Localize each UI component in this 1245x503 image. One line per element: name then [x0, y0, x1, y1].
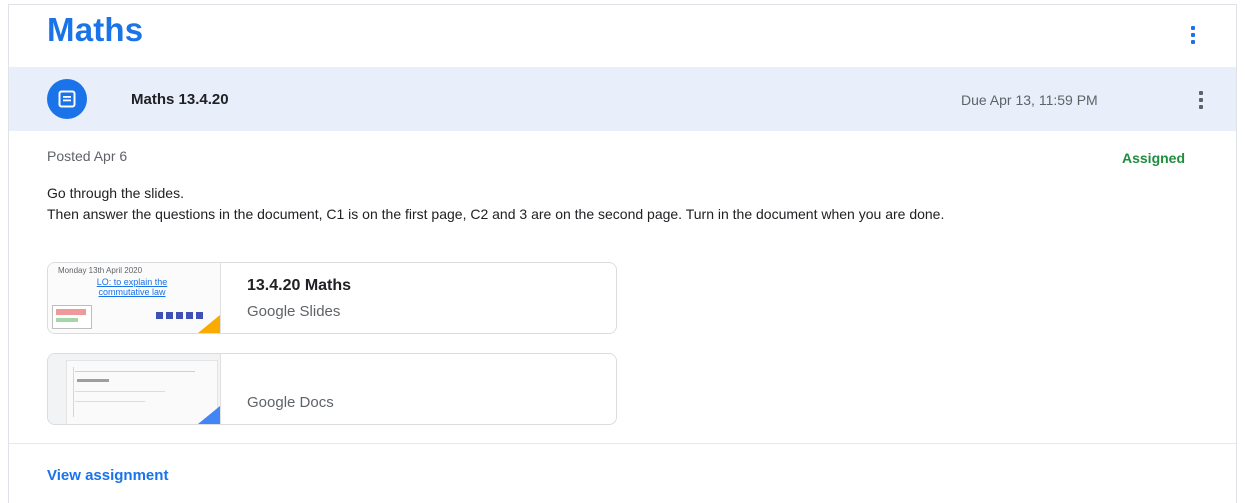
thumbnail-image: [52, 305, 92, 329]
thumbnail-objective: LO: to explain the commutative law: [96, 277, 168, 297]
thumbnail-counters: [156, 312, 203, 319]
topic-title: Maths: [47, 11, 144, 48]
instructions: Go through the slides. Then answer the q…: [47, 183, 1212, 225]
attachment-type: Google Docs: [247, 394, 334, 411]
assignment-icon: [47, 79, 87, 119]
card-header: Maths: [9, 5, 1236, 68]
attachment-type: Google Slides: [247, 303, 341, 320]
view-assignment-link[interactable]: View assignment: [47, 467, 168, 484]
classwork-card: Maths Maths 13.4.20 Due Apr 13, 11:59 PM…: [8, 4, 1237, 503]
assignment-title: Maths 13.4.20: [131, 91, 229, 108]
thumbnail-page: [66, 360, 218, 424]
due-date: Due Apr 13, 11:59 PM: [961, 92, 1098, 108]
attachment-title: 13.4.20 Maths: [247, 277, 352, 294]
posted-date: Posted Apr 6: [47, 148, 128, 164]
attachment-google-docs[interactable]: Google Docs: [47, 353, 617, 425]
docs-corner-icon: [198, 406, 220, 424]
thumbnail-date: Monday 13th April 2020: [58, 266, 143, 275]
attachment-google-slides[interactable]: Monday 13th April 2020 LO: to explain th…: [47, 262, 617, 334]
instruction-line: Then answer the questions in the documen…: [47, 206, 945, 222]
assignment-row[interactable]: Maths 13.4.20 Due Apr 13, 11:59 PM: [9, 67, 1236, 131]
slides-thumbnail: Monday 13th April 2020 LO: to explain th…: [48, 263, 221, 333]
more-vertical-icon[interactable]: [1191, 26, 1195, 44]
slides-corner-icon: [198, 315, 220, 333]
docs-thumbnail: [48, 354, 221, 424]
more-vertical-icon[interactable]: [1199, 91, 1203, 109]
instruction-line: Go through the slides.: [47, 185, 184, 201]
status-badge: Assigned: [1122, 150, 1186, 166]
divider: [9, 443, 1236, 444]
